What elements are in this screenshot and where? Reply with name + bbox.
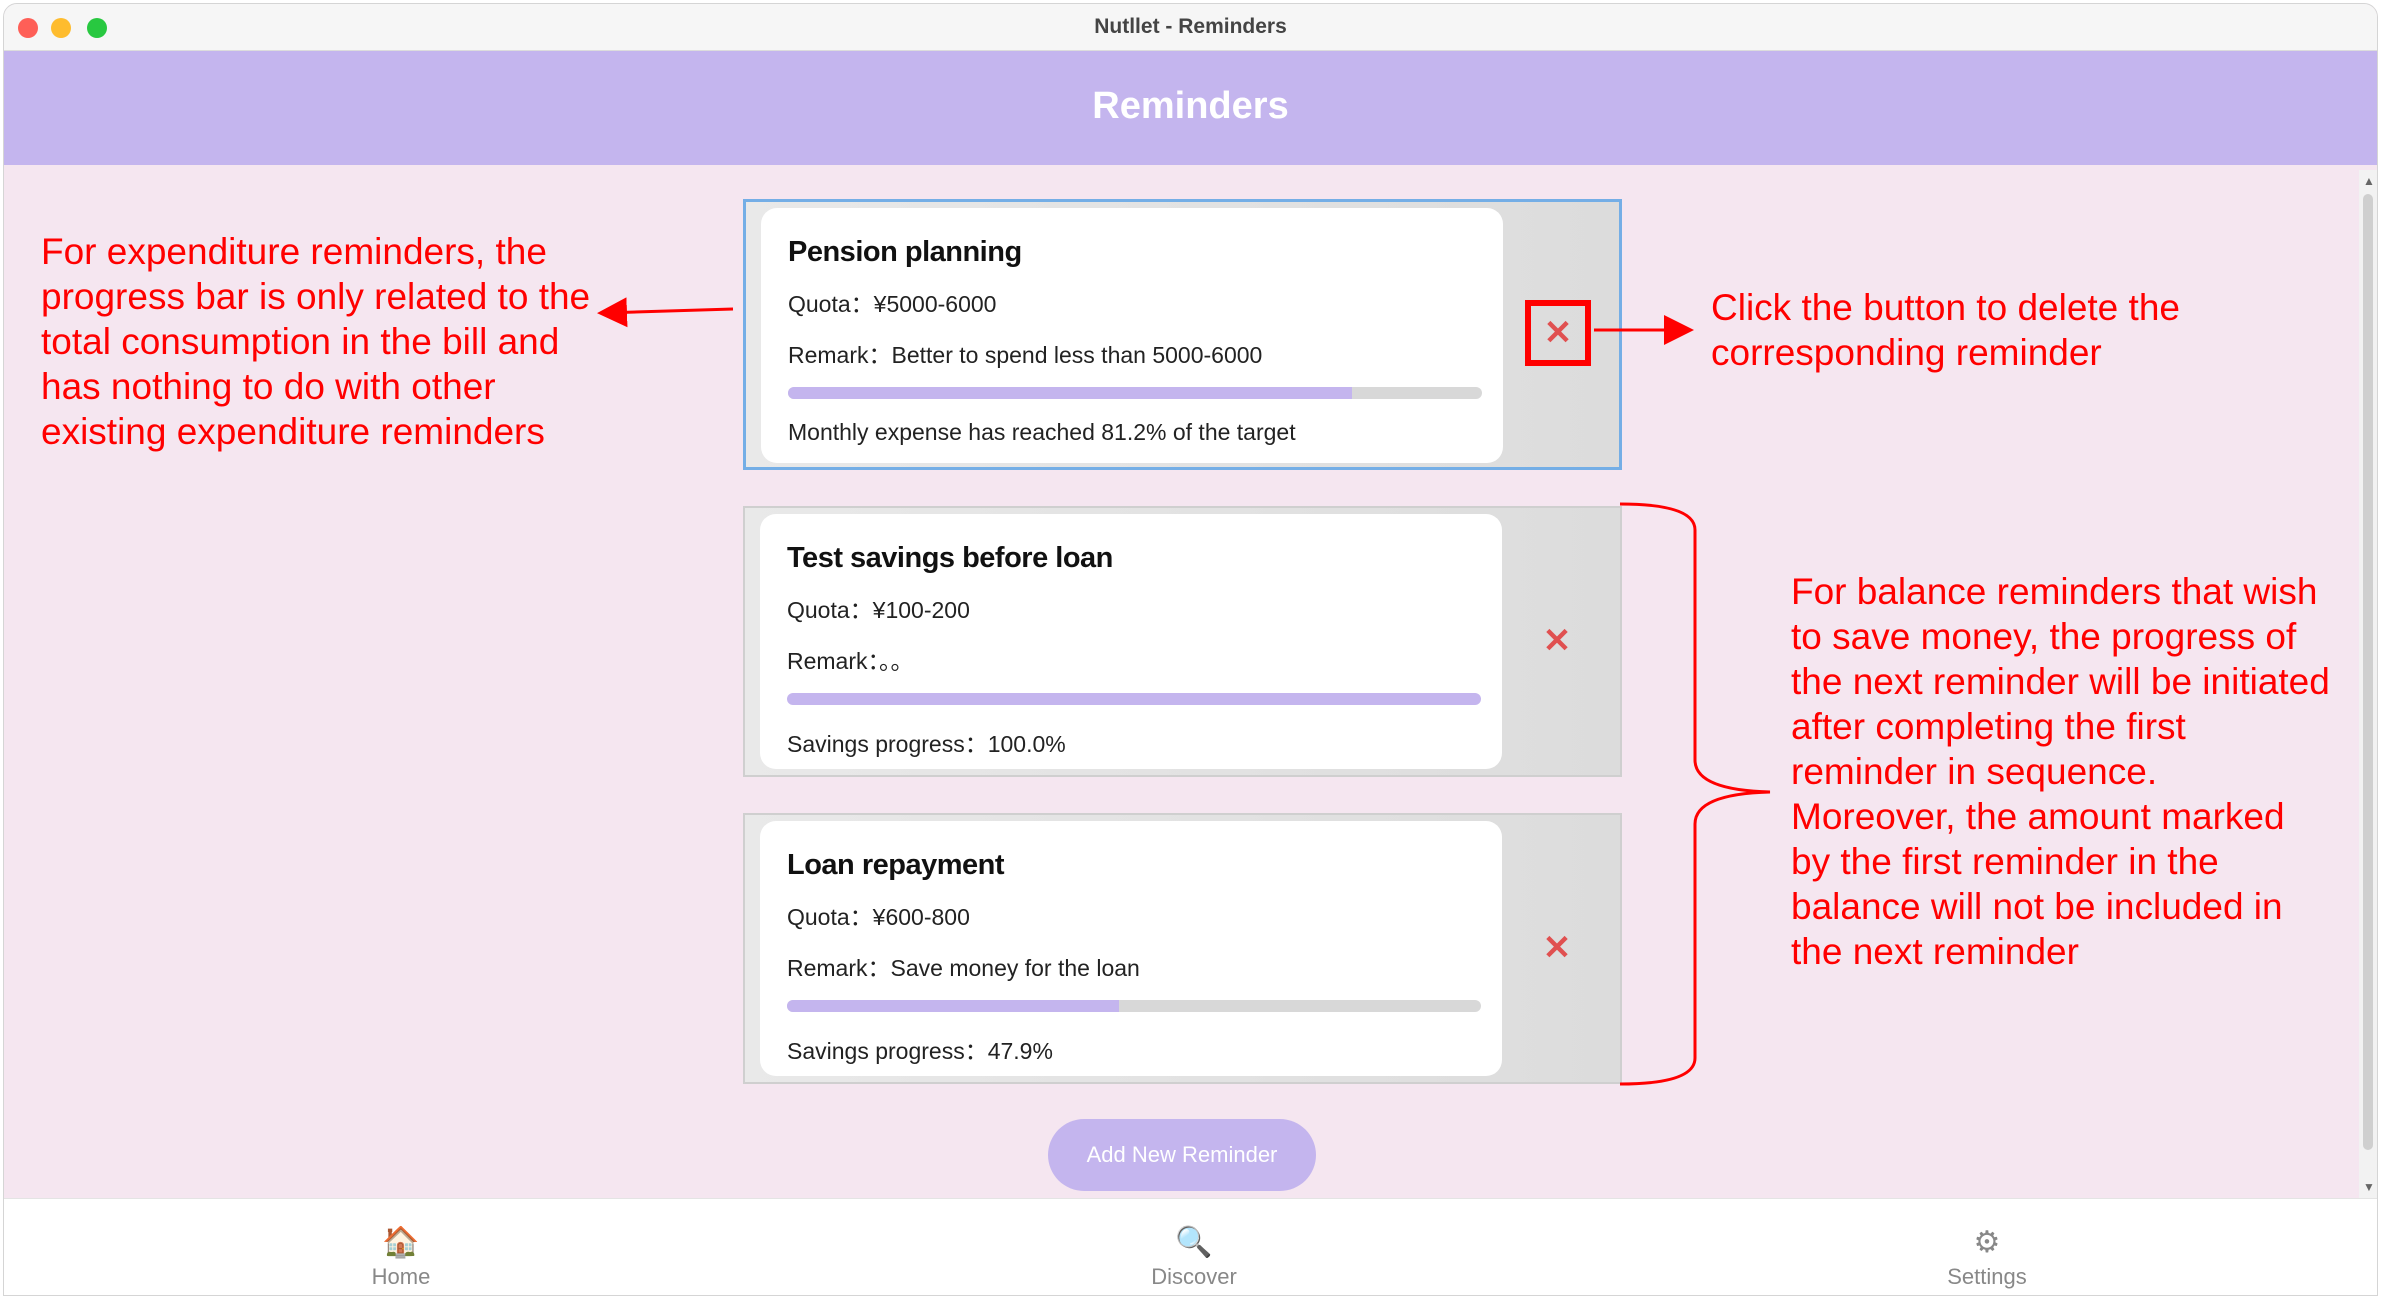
brace-balance-reminders xyxy=(1619,502,1771,1086)
annotation-arrows xyxy=(597,297,1771,1086)
arrow-to-progress-note xyxy=(597,297,734,328)
